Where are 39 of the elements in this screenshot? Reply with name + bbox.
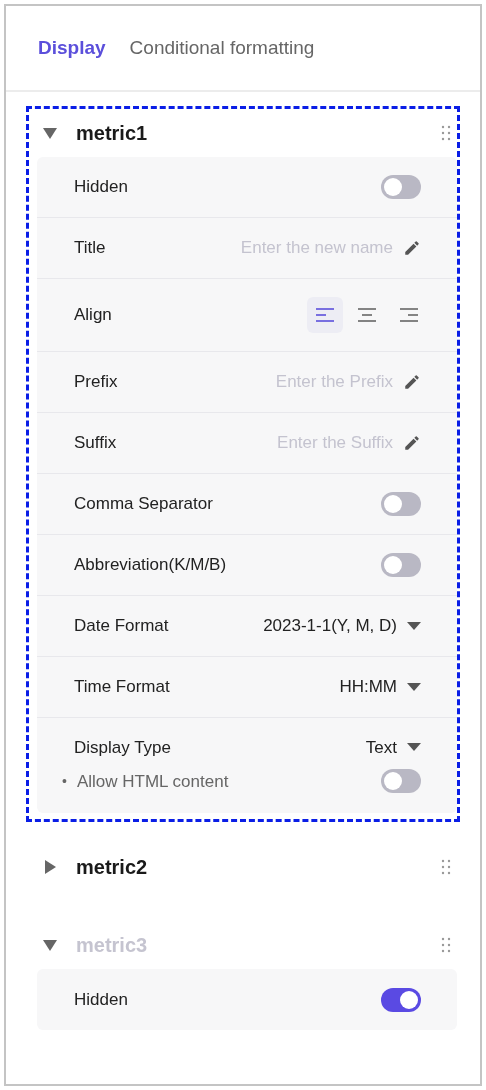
drag-handle-icon[interactable] — [441, 937, 451, 953]
dropdown[interactable]: HH:MM — [339, 674, 421, 700]
pencil-icon[interactable] — [403, 373, 421, 391]
tab[interactable]: Conditional formatting — [129, 33, 315, 63]
setting-label: Suffix — [74, 432, 117, 455]
setting-label: Date Format — [74, 615, 169, 638]
caret-icon — [407, 621, 421, 631]
setting-label: Prefix — [74, 371, 118, 394]
toggle-switch[interactable] — [381, 492, 421, 516]
caret-icon — [407, 743, 421, 753]
dropdown[interactable]: 2023-1-1(Y, M, D) — [263, 613, 421, 639]
align-left-icon[interactable] — [307, 297, 343, 333]
collapse-triangle-icon[interactable] — [42, 126, 58, 140]
setting-label: Abbreviation(K/M/B) — [74, 554, 227, 577]
pencil-icon[interactable] — [403, 434, 421, 452]
setting-label: Hidden — [74, 988, 128, 1011]
setting-label: Align — [74, 304, 112, 327]
setting-label: Allow HTML content — [76, 770, 229, 793]
drag-handle-icon[interactable] — [441, 125, 451, 141]
metric-name: metric3 — [76, 933, 148, 958]
tab[interactable]: Display — [38, 33, 106, 63]
bullet: • — [62, 771, 67, 791]
metric-name: metric1 — [76, 121, 148, 146]
toggle-switch[interactable] — [381, 553, 421, 577]
setting-label: Comma Separator — [74, 493, 213, 516]
expand-triangle-icon[interactable] — [42, 860, 58, 874]
toggle-switch[interactable] — [381, 175, 421, 199]
setting-label: Title — [74, 237, 106, 260]
setting-label: Display Type — [74, 737, 171, 759]
drag-handle-icon[interactable] — [441, 859, 451, 875]
setting-label: Hidden — [74, 176, 128, 199]
collapse-triangle-icon[interactable] — [42, 938, 58, 952]
toggle-switch[interactable] — [381, 769, 421, 794]
dropdown[interactable]: Text — [365, 735, 421, 761]
caret-icon — [407, 682, 421, 692]
pencil-icon[interactable] — [403, 239, 421, 257]
setting-label: Time Format — [74, 676, 170, 699]
toggle-switch[interactable] — [381, 987, 421, 1012]
metric-name: metric2 — [76, 855, 148, 880]
